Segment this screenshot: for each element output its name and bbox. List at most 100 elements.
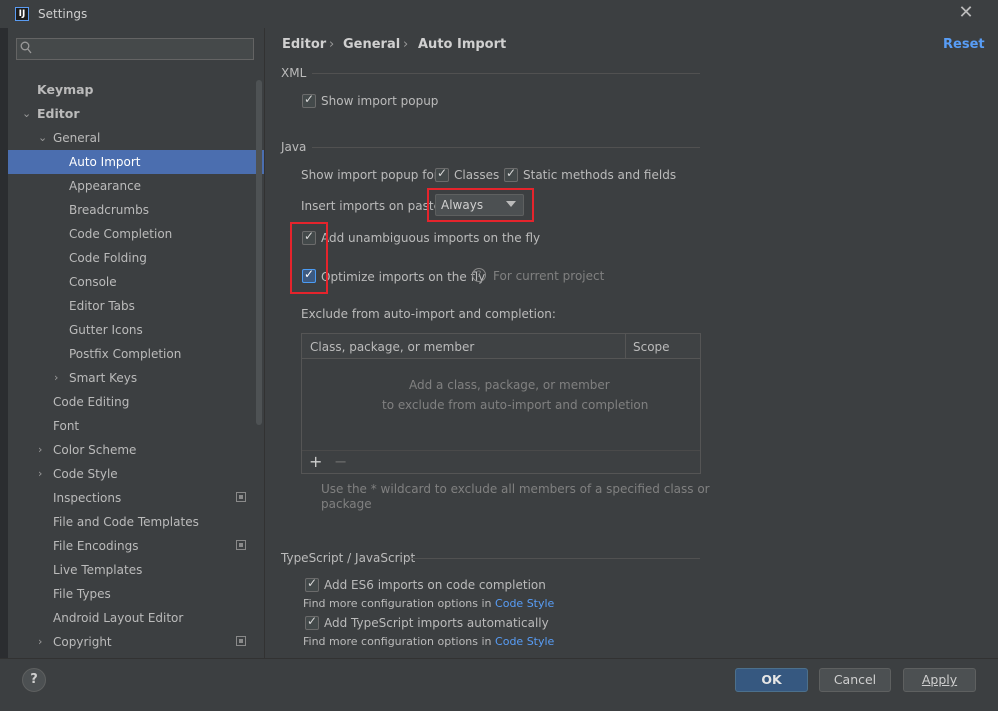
insert-on-paste-label: Insert imports on paste:	[301, 199, 446, 213]
sidebar-item-auto-import[interactable]: Auto Import	[8, 150, 264, 174]
code-style-link[interactable]: Code Style	[495, 597, 554, 610]
sidebar-item-label: Inspections	[53, 491, 122, 505]
sidebar-scrollbar[interactable]	[256, 80, 262, 425]
sidebar-item-label: Copyright	[53, 635, 112, 649]
add-es6-imports-checkbox[interactable]	[305, 576, 319, 592]
chevron-down-icon[interactable]: ⌄	[38, 126, 48, 150]
sidebar-item-editor[interactable]: ⌄ Editor	[8, 102, 264, 126]
close-icon[interactable]: ✕	[958, 4, 974, 22]
sidebar-item-live-templates[interactable]: Live Templates	[8, 558, 264, 582]
settings-sidebar: Keymap ⌄ Editor ⌄ General Auto Import Appe…	[8, 28, 264, 658]
sidebar-item-label: Code Editing	[53, 395, 130, 409]
breadcrumb-separator: ›	[403, 37, 409, 52]
static-methods-checkbox[interactable]	[504, 166, 518, 182]
show-import-popup-label: Show import popup	[321, 94, 439, 108]
sidebar-item-label: Smart Keys	[69, 371, 138, 385]
classes-checkbox[interactable]	[435, 166, 449, 182]
show-import-popup-checkbox[interactable]	[302, 92, 316, 108]
column-header-member[interactable]: Class, package, or member	[310, 340, 474, 354]
highlight-box-dropdown	[427, 188, 534, 222]
project-scope-icon	[236, 492, 246, 502]
sidebar-item-label: File and Code Templates	[53, 515, 199, 529]
sidebar-item-file-types[interactable]: File Types	[8, 582, 264, 606]
sidebar-item-code-editing[interactable]: Code Editing	[8, 390, 264, 414]
wildcard-hint-line-1: Use the * wildcard to exclude all member…	[321, 482, 710, 496]
sidebar-item-label: Live Templates	[53, 563, 143, 577]
sidebar-item-label: Editor	[37, 106, 80, 121]
code-style-link[interactable]: Code Style	[495, 635, 554, 648]
project-scope-icon	[236, 540, 246, 550]
static-methods-label: Static methods and fields	[523, 168, 677, 182]
chevron-right-icon[interactable]: ›	[38, 438, 48, 462]
sidebar-item-code-completion[interactable]: Code Completion	[8, 222, 264, 246]
help-button[interactable]: ?	[22, 668, 46, 692]
sidebar-item-label: Code Style	[53, 467, 118, 481]
sidebar-item-gutter-icons[interactable]: Gutter Icons	[8, 318, 264, 342]
intellij-app-icon: IJ	[15, 7, 29, 21]
search-input[interactable]	[16, 38, 254, 60]
sidebar-item-file-encodings[interactable]: File Encodings	[8, 534, 264, 558]
sidebar-item-label: Appearance	[69, 179, 142, 193]
chevron-right-icon[interactable]: ›	[54, 366, 64, 390]
sidebar-item-general[interactable]: ⌄ General	[8, 126, 264, 150]
sidebar-item-label: General	[53, 131, 101, 145]
sidebar-item-console[interactable]: Console	[8, 270, 264, 294]
search-icon	[20, 41, 32, 54]
sidebar-item-appearance[interactable]: Appearance	[8, 174, 264, 198]
title-bar	[0, 0, 998, 28]
for-current-project-label: For current project	[493, 269, 605, 283]
chevron-right-icon[interactable]: ›	[38, 462, 48, 486]
cancel-button[interactable]: Cancel	[819, 668, 891, 692]
sidebar-item-code-folding[interactable]: Code Folding	[8, 246, 264, 270]
show-popup-for-label: Show import popup for:	[301, 168, 443, 182]
project-scope-icon	[236, 636, 246, 646]
sidebar-item-label: File Types	[53, 587, 111, 601]
classes-label: Classes	[454, 168, 500, 182]
sidebar-item-file-and-code-templates[interactable]: File and Code Templates	[8, 510, 264, 534]
section-separator	[312, 73, 700, 74]
breadcrumb-editor[interactable]: Editor	[282, 37, 326, 52]
chevron-down-icon[interactable]: ⌄	[22, 102, 32, 126]
sidebar-item-android-layout-editor[interactable]: Android Layout Editor	[8, 606, 264, 630]
ok-button[interactable]: OK	[735, 668, 808, 692]
section-title-xml: XML	[281, 66, 307, 80]
add-ts-imports-checkbox[interactable]	[305, 614, 319, 630]
wildcard-hint-line-2: package	[321, 497, 372, 511]
sidebar-item-smart-keys[interactable]: › Smart Keys	[8, 366, 264, 390]
find-more-hint-1: Find more configuration options in Code …	[303, 597, 554, 610]
breadcrumb-general[interactable]: General	[343, 37, 400, 52]
sidebar-item-label: Editor Tabs	[69, 299, 135, 313]
sidebar-item-inspections[interactable]: Inspections	[8, 486, 264, 510]
sidebar-item-color-scheme[interactable]: › Color Scheme	[8, 438, 264, 462]
table-empty-line-2: to exclude from auto-import and completi…	[382, 398, 649, 412]
sidebar-item-label: Breadcrumbs	[69, 203, 149, 217]
sidebar-item-label: Auto Import	[69, 155, 141, 169]
sidebar-item-breadcrumbs[interactable]: Breadcrumbs	[8, 198, 264, 222]
find-more-text: Find more configuration options in	[303, 597, 492, 610]
column-header-scope[interactable]: Scope	[633, 340, 670, 354]
add-icon[interactable]: +	[309, 452, 322, 471]
sidebar-item-copyright[interactable]: › Copyright	[8, 630, 264, 654]
sidebar-item-editor-tabs[interactable]: Editor Tabs	[8, 294, 264, 318]
window-title: Settings	[38, 7, 88, 21]
apply-button[interactable]: Apply	[903, 668, 976, 692]
add-ts-imports-label: Add TypeScript imports automatically	[324, 616, 549, 630]
sidebar-item-code-style[interactable]: › Code Style	[8, 462, 264, 486]
sidebar-item-label: Code Completion	[69, 227, 173, 241]
sidebar-item-postfix-completion[interactable]: Postfix Completion	[8, 342, 264, 366]
sidebar-item-label: Postfix Completion	[69, 347, 182, 361]
chevron-right-icon[interactable]: ›	[38, 630, 48, 654]
find-more-text: Find more configuration options in	[303, 635, 492, 648]
sidebar-item-label: File Encodings	[53, 539, 139, 553]
sidebar-item-font[interactable]: Font	[8, 414, 264, 438]
exclude-title: Exclude from auto-import and completion:	[301, 307, 556, 321]
remove-icon[interactable]: −	[334, 452, 347, 471]
help-icon[interactable]: ?	[472, 268, 486, 282]
sidebar-item-label: Android Layout Editor	[53, 611, 184, 625]
add-es6-imports-label: Add ES6 imports on code completion	[324, 578, 546, 592]
sidebar-item-label: Console	[69, 275, 117, 289]
reset-link[interactable]: Reset	[943, 37, 985, 52]
add-unambiguous-label: Add unambiguous imports on the fly	[321, 231, 541, 245]
sidebar-item-keymap[interactable]: Keymap	[8, 78, 264, 102]
sidebar-item-label: Gutter Icons	[69, 323, 143, 337]
